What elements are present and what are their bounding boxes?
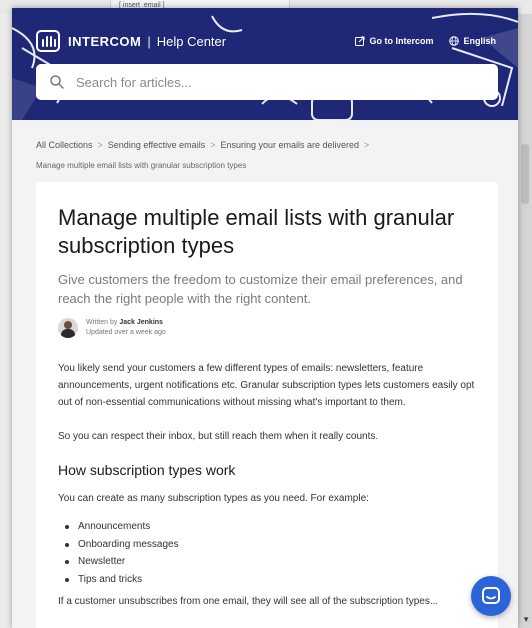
background-scrollbar[interactable]: ▼ <box>518 14 532 628</box>
go-to-intercom-link[interactable]: Go to Intercom <box>355 36 433 46</box>
author-meta: Written by Jack Jenkins Updated over a w… <box>86 318 166 338</box>
chevron-right-icon: > <box>97 140 103 150</box>
list-item: Newsletter <box>58 553 476 571</box>
article-paragraph: So you can respect their inbox, but stil… <box>58 431 379 442</box>
article-card: Manage multiple email lists with granula… <box>36 182 498 628</box>
list-item: Tips and tricks <box>58 571 476 589</box>
search-input[interactable] <box>76 74 476 90</box>
background-window-left <box>0 14 12 628</box>
language-selector[interactable]: English <box>449 36 496 46</box>
section-heading: How subscription types work <box>58 462 236 478</box>
chat-icon <box>482 587 500 604</box>
article-lead: Give customers the freedom to customize … <box>58 272 463 306</box>
breadcrumb: All Collections > Sending effective emai… <box>36 140 369 150</box>
search-bar[interactable] <box>36 64 498 100</box>
updated-time: Updated over a week ago <box>86 329 166 336</box>
chat-launcher-button[interactable] <box>471 576 511 616</box>
list-item: Announcements <box>58 518 476 536</box>
author-block: Written by Jack Jenkins Updated over a w… <box>58 318 476 338</box>
article-paragraph: You likely send your customers a few dif… <box>58 363 475 408</box>
brand-separator: | <box>147 33 151 49</box>
help-center-window: INTERCOM | Help Center Go to Intercom En… <box>12 8 518 628</box>
written-by-prefix: Written by <box>86 319 118 326</box>
intercom-logo-icon <box>36 30 60 52</box>
chevron-right-icon: > <box>364 140 370 150</box>
search-icon <box>50 75 64 89</box>
breadcrumb-all-collections[interactable]: All Collections <box>36 140 93 150</box>
breadcrumb-current-page: Manage multiple email lists with granula… <box>36 161 247 170</box>
external-link-icon <box>355 36 365 46</box>
avatar <box>58 318 78 338</box>
author-name: Jack Jenkins <box>119 319 163 326</box>
go-to-intercom-label: Go to Intercom <box>369 36 434 46</box>
help-center-label: Help Center <box>156 33 227 49</box>
hero-header: INTERCOM | Help Center Go to Intercom En… <box>12 8 518 120</box>
scrollbar-thumb[interactable] <box>521 144 529 204</box>
header-links: Go to Intercom English <box>355 36 496 46</box>
breadcrumb-sending-effective-emails[interactable]: Sending effective emails <box>108 140 205 150</box>
section-intro: You can create as many subscription type… <box>58 493 369 504</box>
article-paragraph-cut: If a customer unsubscribes from one emai… <box>58 596 439 607</box>
brand-name: INTERCOM <box>68 33 142 49</box>
globe-icon <box>449 36 460 46</box>
scroll-down-arrow-icon[interactable]: ▼ <box>522 615 530 624</box>
breadcrumb-ensuring-delivery[interactable]: Ensuring your emails are delivered <box>220 140 359 150</box>
chevron-right-icon: > <box>210 140 216 150</box>
article-title: Manage multiple email lists with granula… <box>58 205 455 258</box>
list-item: Onboarding messages <box>58 536 476 554</box>
intercom-logo[interactable]: INTERCOM | Help Center <box>36 30 226 52</box>
subscription-type-list: Announcements Onboarding messages Newsle… <box>58 518 476 588</box>
language-label: English <box>463 36 496 46</box>
